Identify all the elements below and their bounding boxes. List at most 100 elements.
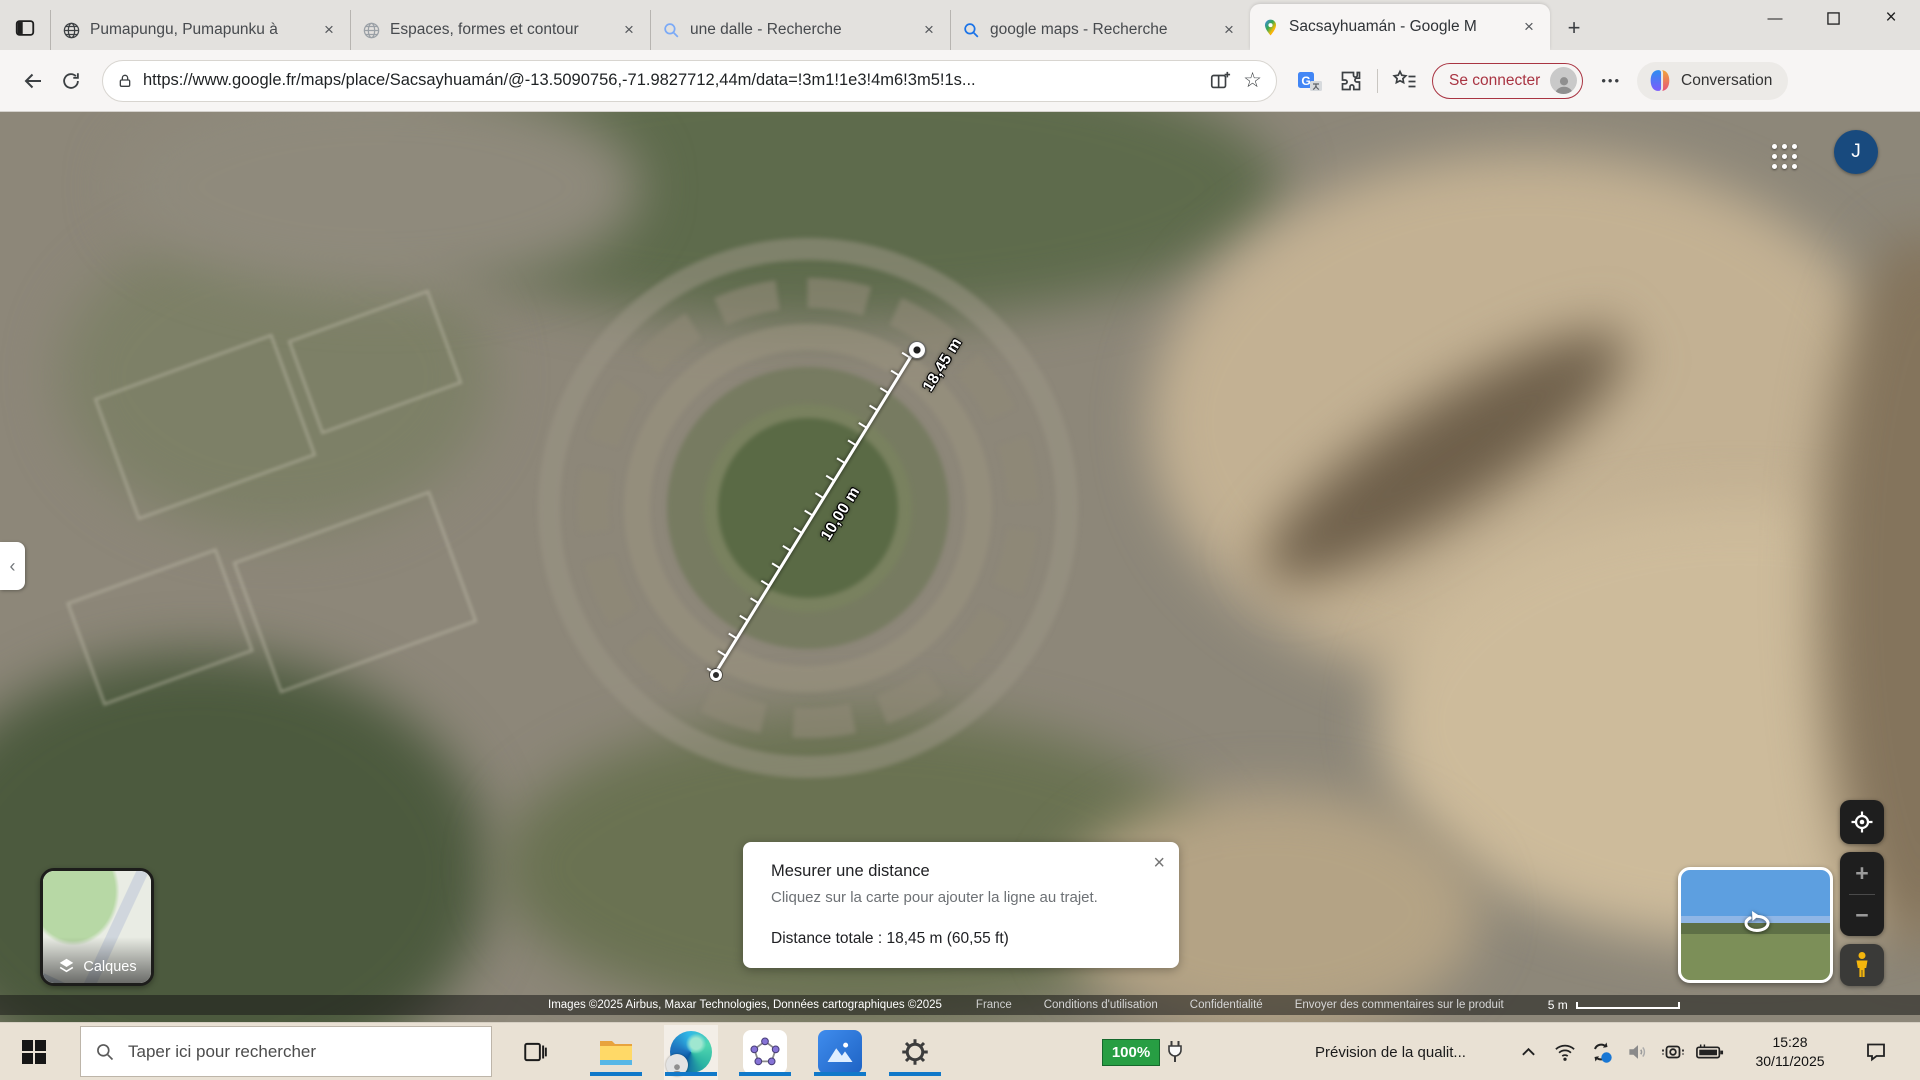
tab-title: Sacsayhuamán - Google M: [1289, 18, 1518, 36]
sign-in-button[interactable]: Se connecter: [1432, 63, 1583, 99]
measure-endpoint-start[interactable]: [710, 669, 722, 681]
dialog-close-icon[interactable]: ×: [1153, 852, 1165, 875]
tab-close-icon[interactable]: ×: [1218, 20, 1240, 40]
zoom-in-button[interactable]: +: [1840, 858, 1884, 888]
url-text[interactable]: https://www.google.fr/maps/place/Sacsayh…: [143, 71, 1197, 90]
measure-endpoint-end[interactable]: [908, 341, 926, 359]
privacy-link[interactable]: Confidentialité: [1190, 999, 1263, 1011]
tray-overflow-chevron-icon[interactable]: [1513, 1023, 1543, 1080]
tab-espaces[interactable]: Espaces, formes et contour ×: [350, 10, 650, 50]
settings-more-icon[interactable]: •••: [1601, 73, 1621, 88]
side-panel-collapse-button[interactable]: ‹: [0, 542, 25, 590]
tab-close-icon[interactable]: ×: [618, 20, 640, 40]
dialog-title: Mesurer une distance: [771, 862, 1151, 881]
zoom-out-button[interactable]: −: [1840, 900, 1884, 930]
imagery-credit: Images ©2025 Airbus, Maxar Technologies,…: [548, 999, 942, 1011]
geogebra-button[interactable]: [741, 1028, 789, 1076]
task-view-button[interactable]: [511, 1028, 559, 1076]
battery-tray-icon[interactable]: [1695, 1023, 1725, 1080]
extensions-puzzle-icon[interactable]: [1339, 69, 1363, 93]
toolbar-divider: [1377, 69, 1378, 93]
search-input[interactable]: [128, 1042, 477, 1062]
google-apps-grid-icon[interactable]: [1772, 144, 1798, 170]
sync-status-icon[interactable]: [1586, 1023, 1616, 1080]
avatar-letter: J: [1851, 141, 1861, 163]
translate-g: G: [1301, 74, 1310, 88]
file-explorer-button[interactable]: [592, 1028, 640, 1076]
chevron-left-icon: ‹: [10, 556, 16, 577]
tab-google-maps-search[interactable]: google maps - Recherche ×: [950, 10, 1250, 50]
minimize-button[interactable]: —: [1746, 0, 1804, 36]
settings-button[interactable]: [891, 1028, 939, 1076]
feedback-link[interactable]: Envoyer des commentaires sur le produit: [1295, 999, 1504, 1011]
photos-button[interactable]: [816, 1028, 864, 1076]
my-location-button[interactable]: [1840, 800, 1884, 844]
action-center-icon[interactable]: [1856, 1023, 1896, 1080]
satellite-map[interactable]: 18,45 m 10,00 m ‹ J × Mesurer une distan…: [0, 112, 1920, 1022]
favorites-list-icon[interactable]: [1392, 69, 1418, 93]
tab-title: google maps - Recherche: [990, 21, 1218, 39]
copilot-button[interactable]: Conversation: [1637, 62, 1788, 100]
dialog-instructions: Cliquez sur la carte pour ajouter la lig…: [771, 889, 1151, 906]
search-icon: [961, 20, 981, 40]
tab-close-icon[interactable]: ×: [1518, 17, 1540, 37]
gear-icon: [900, 1037, 930, 1067]
close-window-button[interactable]: ×: [1862, 0, 1920, 36]
street-view-preview[interactable]: [1678, 867, 1833, 983]
wifi-icon[interactable]: [1550, 1023, 1580, 1080]
scale-bar: [1576, 1002, 1680, 1009]
tab-close-icon[interactable]: ×: [318, 20, 340, 40]
sign-in-label: Se connecter: [1449, 72, 1540, 90]
split-screen-icon[interactable]: [1209, 70, 1231, 92]
country-label: France: [976, 999, 1012, 1011]
maps-pin-icon: [1260, 17, 1280, 37]
profile-avatar-icon: [1550, 67, 1577, 94]
tray-app-label: Prévision de la qualit...: [1315, 1044, 1466, 1061]
terms-link[interactable]: Conditions d'utilisation: [1044, 999, 1158, 1011]
address-bar[interactable]: https://www.google.fr/maps/place/Sacsayh…: [102, 60, 1277, 102]
layers-icon: [57, 956, 76, 975]
translate-icon[interactable]: G: [1297, 68, 1323, 94]
start-button[interactable]: [10, 1028, 58, 1076]
tab-close-icon[interactable]: ×: [918, 20, 940, 40]
edge-icon: [670, 1031, 712, 1073]
layers-button[interactable]: Calques: [40, 868, 154, 986]
clock-date: 30/11/2025: [1755, 1052, 1824, 1071]
pegman-icon: [1852, 951, 1872, 979]
refresh-icon[interactable]: [52, 62, 90, 100]
pegman-button[interactable]: [1840, 944, 1884, 986]
tab-une-dalle[interactable]: une dalle - Recherche ×: [650, 10, 950, 50]
geogebra-icon: [743, 1030, 787, 1074]
globe-icon: [61, 20, 81, 40]
browser-toolbar: https://www.google.fr/maps/place/Sacsayh…: [0, 50, 1920, 112]
search-icon: [95, 1042, 115, 1062]
copilot-icon: [1647, 68, 1672, 93]
maximize-button[interactable]: [1804, 0, 1862, 36]
clock-time: 15:28: [1772, 1033, 1807, 1052]
windows-logo-icon: [21, 1039, 47, 1065]
camera-cast-icon[interactable]: [1658, 1023, 1688, 1080]
battery-percent: 100%: [1112, 1044, 1150, 1061]
tab-title: Pumapungu, Pumapunku à: [90, 21, 318, 39]
tab-pumapungu[interactable]: Pumapungu, Pumapunku à ×: [50, 10, 350, 50]
account-avatar[interactable]: J: [1834, 130, 1878, 174]
back-icon[interactable]: [14, 62, 52, 100]
battery-percentage-badge[interactable]: 100%: [1102, 1039, 1160, 1066]
new-tab-button[interactable]: +: [1556, 10, 1592, 46]
dialog-total-distance: Distance totale : 18,45 m (60,55 ft): [771, 930, 1151, 948]
tab-workspaces-icon[interactable]: [0, 8, 50, 48]
taskbar-search[interactable]: [80, 1026, 492, 1077]
tab-sacsayhuaman-active[interactable]: Sacsayhuamán - Google M ×: [1250, 4, 1550, 50]
tray-app-title[interactable]: Prévision de la qualit...: [1315, 1023, 1466, 1080]
lock-icon[interactable]: [117, 73, 133, 89]
volume-icon[interactable]: [1623, 1023, 1653, 1080]
windows-taskbar: 100% Prévision de la qualit... 15:28 30/: [0, 1022, 1920, 1080]
favorite-star-icon[interactable]: ☆: [1243, 70, 1262, 91]
power-plug-icon[interactable]: [1166, 1040, 1184, 1069]
measure-distance-dialog: × Mesurer une distance Cliquez sur la ca…: [743, 842, 1179, 968]
globe-icon: [361, 20, 381, 40]
taskbar-clock[interactable]: 15:28 30/11/2025: [1742, 1023, 1838, 1080]
edge-browser-button[interactable]: [667, 1028, 715, 1076]
search-icon: [661, 20, 681, 40]
photos-icon: [818, 1030, 862, 1074]
